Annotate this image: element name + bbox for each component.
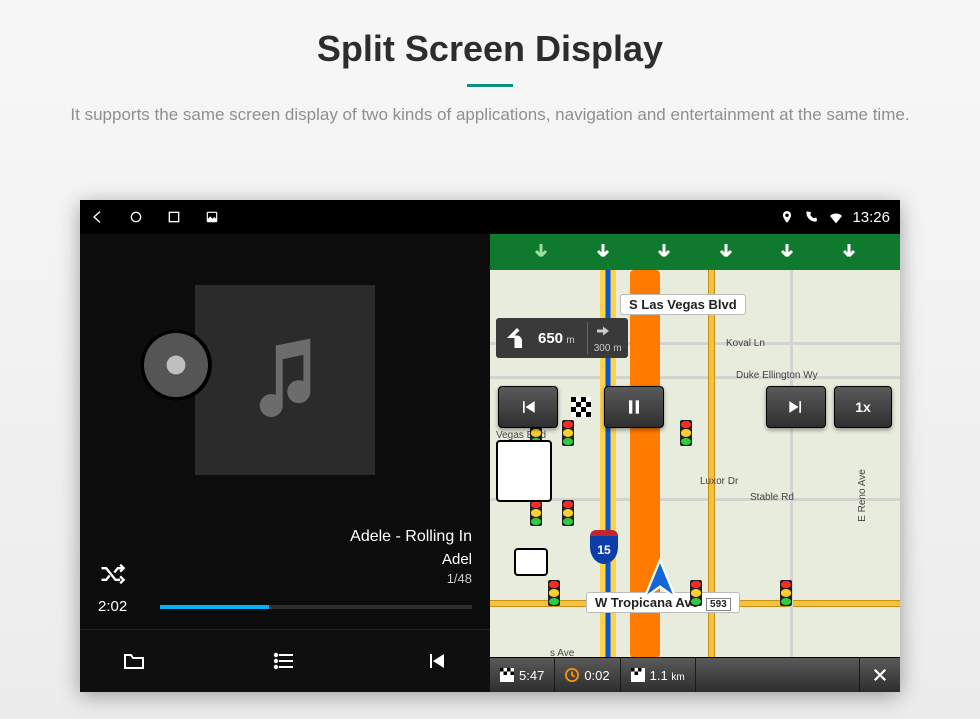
- nav-close-button[interactable]: [859, 658, 900, 692]
- street-text: E Reno Ave: [857, 469, 868, 522]
- nav-next-button[interactable]: [766, 386, 826, 428]
- gallery-icon[interactable]: [204, 209, 220, 225]
- music-bottom-bar: [80, 629, 490, 692]
- traffic-light-icon: [690, 580, 702, 606]
- traffic-light-icon: [530, 500, 542, 526]
- lane-arrow-icon: [593, 242, 613, 262]
- shuffle-icon[interactable]: [98, 560, 126, 588]
- nav-prev-button[interactable]: [498, 386, 558, 428]
- street-text: Luxor Dr: [700, 476, 738, 487]
- previous-track-icon[interactable]: [422, 649, 450, 673]
- highway-shield: 15: [590, 530, 618, 564]
- back-icon[interactable]: [90, 209, 106, 225]
- traffic-light-icon: [562, 500, 574, 526]
- wifi-icon: [828, 210, 842, 224]
- distance-chip[interactable]: 1.1 km: [621, 658, 696, 692]
- status-clock: 13:26: [852, 209, 890, 226]
- device-frame: 13:26 Ad: [80, 200, 900, 692]
- album-art-area: [80, 234, 490, 526]
- music-panel: Adele - Rolling In Adel 1/48 2:02: [80, 234, 490, 692]
- lane-arrow-icon: [654, 242, 674, 262]
- progress-bar[interactable]: [160, 605, 472, 609]
- street-label: S Las Vegas Blvd: [620, 294, 746, 315]
- status-bar: 13:26: [80, 200, 900, 234]
- nav-pause-button[interactable]: [604, 386, 664, 428]
- map-canvas[interactable]: S Las Vegas Blvd W Tropicana Ave 593 Kov…: [490, 270, 900, 658]
- traffic-light-icon: [548, 580, 560, 606]
- speed-limit-sign: SPEED LIMIT 56: [496, 440, 552, 502]
- lane-arrow-icon: [777, 242, 797, 262]
- nav-control-bar: 1x: [498, 386, 892, 428]
- home-icon[interactable]: [128, 209, 144, 225]
- checkered-flag-icon: [566, 387, 596, 427]
- system-nav: [90, 209, 220, 225]
- disc-icon[interactable]: [140, 329, 212, 401]
- page-subtitle: It supports the same screen display of t…: [50, 103, 930, 128]
- album-art-placeholder: [195, 285, 375, 475]
- turn-instruction: 650 m 300 m: [496, 318, 628, 358]
- folder-icon[interactable]: [120, 649, 148, 673]
- page-title: Split Screen Display: [0, 0, 980, 70]
- nav-bottom-bar: 5:47 0:02 1.1 km: [490, 657, 900, 692]
- track-title: Adele - Rolling In: [350, 526, 472, 548]
- recents-icon[interactable]: [166, 209, 182, 225]
- lane-arrow-icon: [839, 242, 859, 262]
- track-artist: Adel: [350, 549, 472, 570]
- street-text: Koval Ln: [726, 338, 765, 349]
- street-text: Stable Rd: [750, 492, 794, 503]
- lane-arrow-icon: [531, 242, 551, 262]
- playback-speed-button[interactable]: 1x: [834, 386, 892, 428]
- lane-guidance-bar: [490, 234, 900, 270]
- track-meta: Adele - Rolling In Adel 1/48: [350, 526, 472, 588]
- progress-row: 2:02: [80, 594, 490, 629]
- title-underline: [467, 84, 513, 87]
- street-text: Duke Ellington Wy: [736, 370, 818, 381]
- track-counter: 1/48: [350, 570, 472, 588]
- navigation-panel: S Las Vegas Blvd W Tropicana Ave 593 Kov…: [490, 234, 900, 692]
- location-icon: [780, 210, 794, 224]
- traffic-light-icon: [780, 580, 792, 606]
- remaining-time-chip[interactable]: 0:02: [555, 658, 620, 692]
- eta-chip[interactable]: 5:47: [490, 658, 555, 692]
- road: [490, 376, 900, 379]
- music-note-icon: [245, 334, 325, 426]
- elapsed-time: 2:02: [98, 598, 146, 615]
- lane-arrow-icon: [716, 242, 736, 262]
- vehicle-cursor-icon: [638, 558, 682, 602]
- route-shield: 50: [514, 548, 548, 576]
- phone-icon: [804, 210, 818, 224]
- playlist-icon[interactable]: [271, 649, 299, 673]
